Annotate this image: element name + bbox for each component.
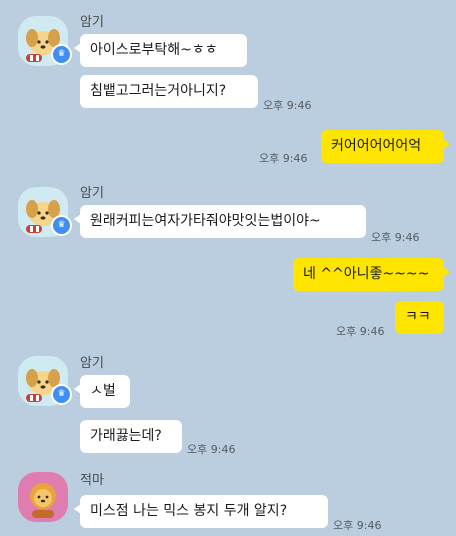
message-bubble[interactable]: 가래끓는데? (80, 420, 182, 453)
timestamp: 오후 9:46 (336, 325, 385, 338)
crown-icon: ♛ (51, 384, 72, 405)
lion-character-icon (30, 483, 56, 518)
sender-name: 적마 (80, 473, 104, 488)
message-bubble[interactable]: 침뱉고그러는거아니지? (80, 75, 258, 108)
message-bubble[interactable]: 아이스로부탁해~ㅎㅎ (74, 34, 247, 67)
my-message-bubble[interactable]: ㅋㅋ (395, 301, 444, 334)
sender-name: 암기 (80, 186, 104, 201)
timestamp: 오후 9:46 (187, 443, 236, 456)
crown-icon: ♛ (51, 44, 72, 65)
timestamp: 오후 9:46 (371, 231, 420, 244)
sender-name: 암기 (80, 15, 104, 30)
crown-icon: ♛ (51, 215, 72, 236)
sender-name: 암기 (80, 356, 104, 371)
my-message-bubble[interactable]: 네 ^^아니좋~~~~ (293, 258, 450, 291)
avatar-jeokma[interactable] (18, 472, 68, 522)
my-message-bubble[interactable]: 커어어어어어억 (321, 130, 450, 163)
timestamp: 오후 9:46 (263, 99, 312, 112)
timestamp: 오후 9:46 (259, 152, 308, 165)
message-bubble[interactable]: 원래커피는여자가타줘야맛잇는법이야~ (74, 205, 366, 238)
timestamp: 오후 9:46 (333, 519, 382, 532)
message-bubble[interactable]: ㅅ벌 (74, 375, 130, 408)
message-bubble[interactable]: 미스점 나는 믹스 봉지 두개 알지? (74, 495, 328, 528)
